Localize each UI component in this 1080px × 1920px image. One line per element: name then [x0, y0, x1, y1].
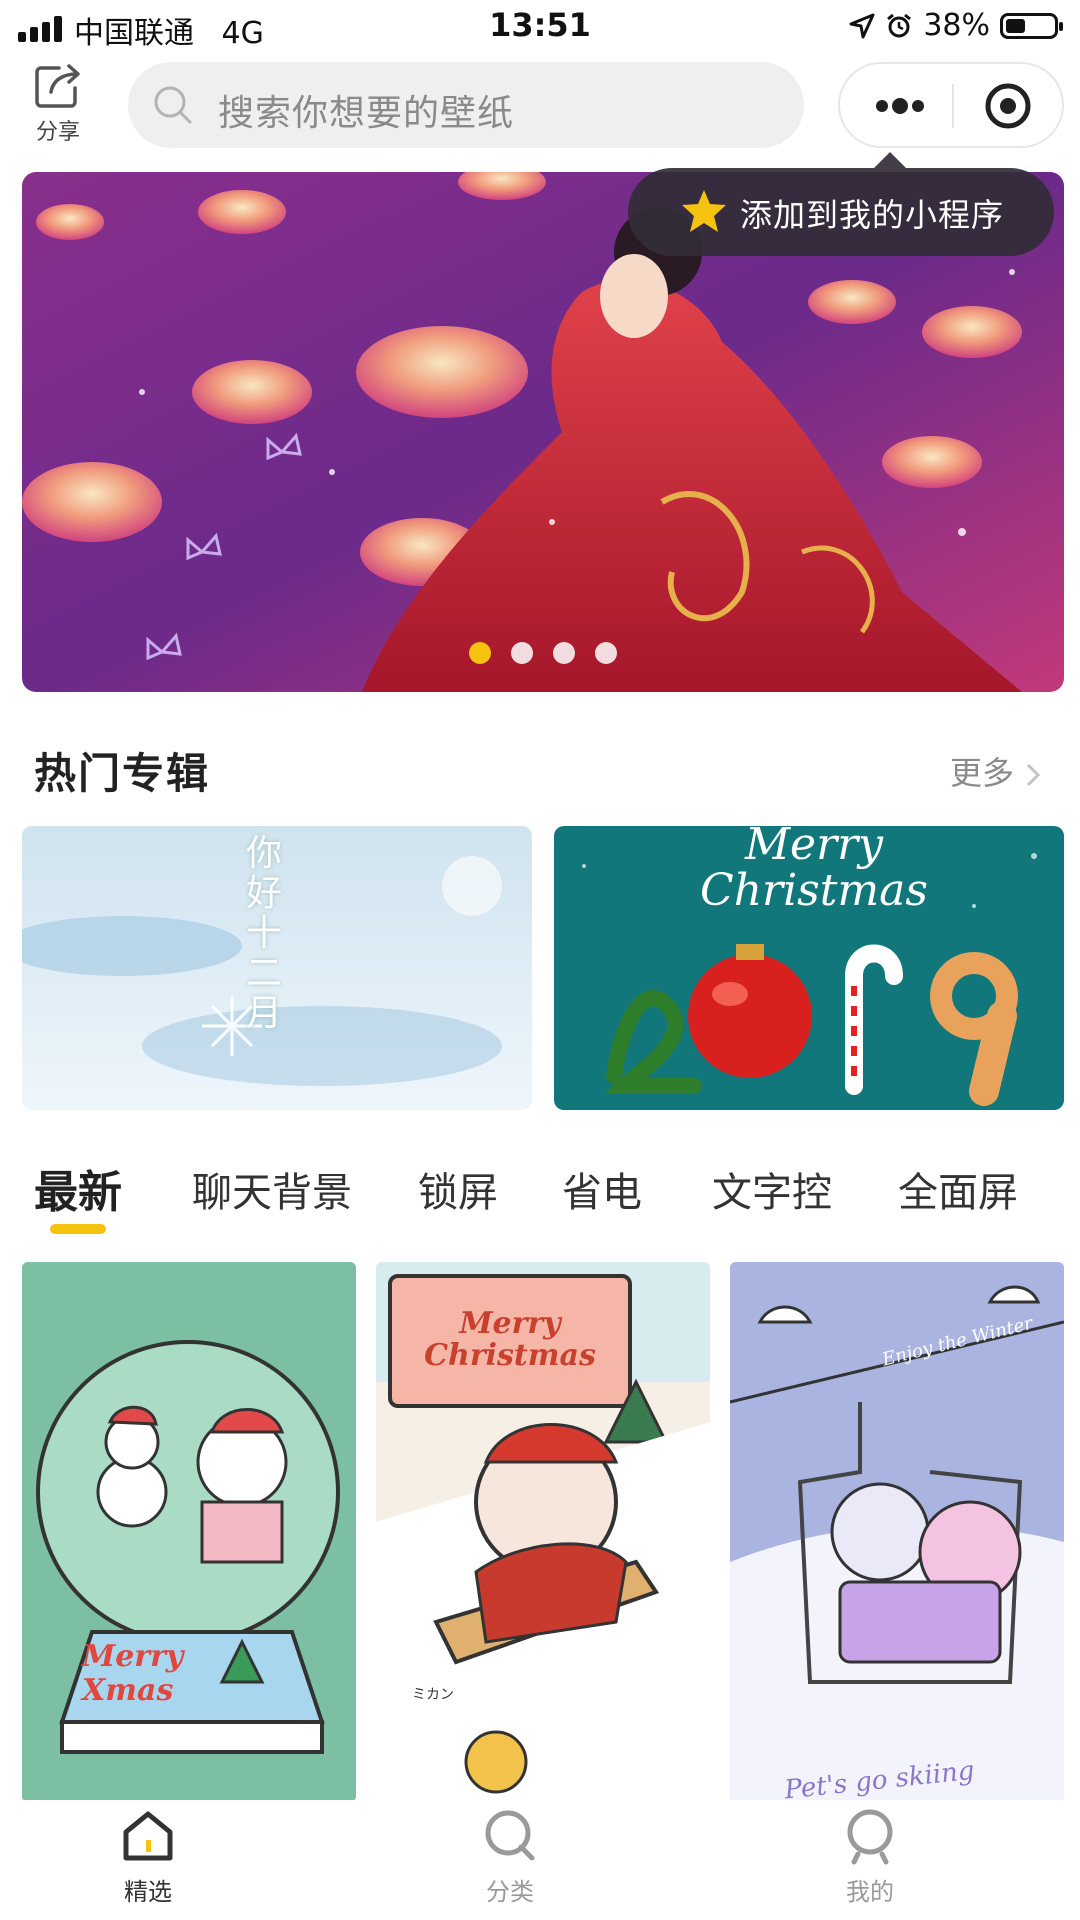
- album-1-vertical-text: 你好十二月: [244, 834, 284, 1034]
- section-title-hot-albums: 热门专辑: [34, 749, 211, 798]
- share-label: 分享: [35, 120, 80, 145]
- close-miniprogram-button[interactable]: [964, 76, 1052, 136]
- album-card-christmas-2019[interactable]: Merry Christmas 2019: [554, 826, 1064, 1110]
- location-arrow-icon: [849, 13, 875, 38]
- capsule-divider: [952, 84, 954, 128]
- share-button[interactable]: 分享: [26, 62, 90, 146]
- tab-1[interactable]: 聊天背景: [192, 1160, 352, 1218]
- album-1-char: 你: [245, 833, 282, 874]
- album-1-char: 十: [245, 913, 282, 954]
- nav-label: 分类: [486, 1878, 534, 1906]
- search-icon: [154, 86, 192, 124]
- album-2-title: Merry Christmas: [634, 826, 994, 914]
- wallpaper-card-2[interactable]: Merry Christmas ミカン: [376, 1262, 710, 1802]
- more-button[interactable]: [854, 76, 942, 136]
- album-2-year: 2019: [594, 946, 1034, 947]
- star-icon: [682, 190, 726, 232]
- tab-2[interactable]: 锁屏: [418, 1160, 498, 1218]
- status-bar: 中国联通 4G 13:51 38%: [0, 0, 1080, 56]
- battery-percent: 38%: [923, 8, 990, 43]
- search-input[interactable]: 搜索你想要的壁纸: [128, 62, 804, 148]
- carousel-dot[interactable]: [511, 642, 533, 664]
- album-1-char: 月: [245, 993, 282, 1034]
- search-icon: [450, 1806, 570, 1870]
- card-2-sub: ミカン: [412, 1687, 454, 1703]
- more-dots-icon: [876, 98, 924, 114]
- album-1-char: 二: [245, 953, 282, 994]
- nav-item-1[interactable]: 分类: [450, 1806, 570, 1907]
- wallpaper-card-3[interactable]: Enjoy the Winter Pet's go skiing: [730, 1262, 1064, 1802]
- album-card-december[interactable]: 你好十二月: [22, 826, 532, 1110]
- nav-label: 精选: [124, 1878, 172, 1906]
- add-to-my-miniprogram-tooltip[interactable]: 添加到我的小程序: [628, 152, 1054, 256]
- tab-0[interactable]: 最新: [34, 1156, 122, 1220]
- tab-3[interactable]: 省电: [562, 1160, 642, 1218]
- more-link[interactable]: 更多: [950, 748, 1042, 794]
- album-1-char: 好: [245, 873, 282, 914]
- profile-icon: [810, 1806, 930, 1870]
- wallpaper-image-skiing-bunnies: [730, 1262, 1064, 1802]
- album-2-line2: Christmas: [700, 865, 928, 916]
- search-placeholder: 搜索你想要的壁纸: [218, 93, 515, 134]
- home-icon: [88, 1806, 208, 1870]
- wallpaper-card-1[interactable]: Merry Xmas: [22, 1262, 356, 1802]
- card-1-text: Merry Xmas: [82, 1639, 184, 1708]
- battery-icon: [1000, 12, 1063, 39]
- miniprogram-capsule: [838, 62, 1064, 148]
- status-right: 38%: [849, 8, 1063, 43]
- carousel-dot[interactable]: [595, 642, 617, 664]
- nav-item-0[interactable]: 精选: [88, 1806, 208, 1907]
- nav-item-2[interactable]: 我的: [810, 1806, 930, 1907]
- album-2-line1: Merry: [744, 826, 883, 870]
- wallpaper-image-snowglobe: [22, 1262, 356, 1802]
- tab-5[interactable]: 全面屏: [898, 1160, 1018, 1218]
- tab-4[interactable]: 文字控: [712, 1160, 832, 1218]
- tooltip-text: 添加到我的小程序: [740, 196, 1005, 234]
- active-tab-indicator: [50, 1224, 106, 1234]
- target-circle-icon: [985, 83, 1031, 129]
- carousel-dots: [22, 642, 1064, 664]
- nav-label: 我的: [846, 1878, 894, 1906]
- card-2-text: Merry Christmas: [424, 1306, 596, 1373]
- share-icon: [35, 64, 80, 108]
- alarm-icon: [887, 13, 912, 37]
- carousel-dot[interactable]: [553, 642, 575, 664]
- carousel-dot[interactable]: [469, 642, 491, 664]
- chevron-right-icon: [1027, 763, 1041, 787]
- more-label: 更多: [950, 754, 1015, 792]
